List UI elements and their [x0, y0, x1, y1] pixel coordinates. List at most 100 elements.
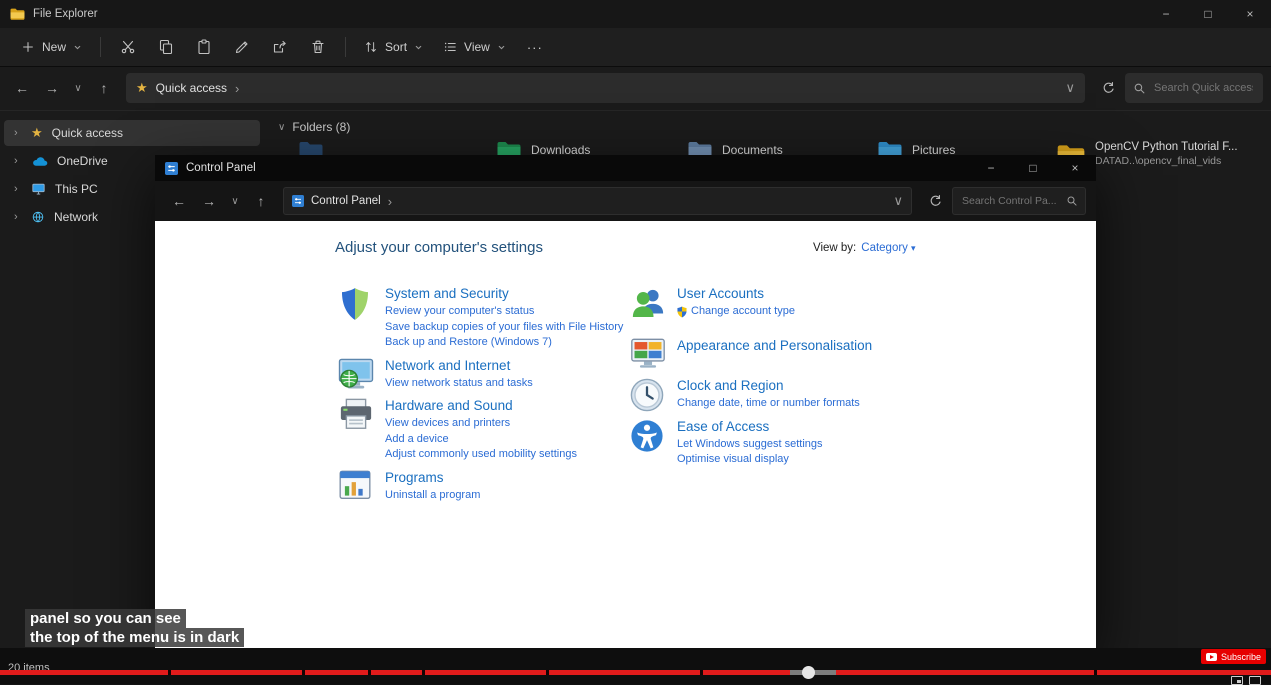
share-button[interactable] [262, 33, 298, 61]
copy-button[interactable] [148, 33, 184, 61]
explorer-search-box[interactable] [1125, 73, 1263, 103]
cp-maximize-button[interactable]: □ [1012, 155, 1054, 181]
refresh-button[interactable] [1093, 74, 1123, 102]
recent-locations-button[interactable]: ∨ [68, 74, 88, 102]
forward-button[interactable]: → [38, 74, 66, 102]
view-by-value: Category [861, 242, 908, 254]
category-link[interactable]: Save backup copies of your files with Fi… [385, 320, 623, 336]
category-title[interactable]: Network and Internet [385, 358, 533, 373]
file-explorer-icon [10, 8, 25, 20]
onedrive-cloud-icon [31, 156, 48, 167]
shield-icon[interactable] [338, 285, 374, 351]
cp-up-button[interactable]: ↑ [247, 187, 275, 215]
category-link[interactable]: Review your computer's status [385, 304, 623, 320]
cut-icon [120, 39, 136, 55]
chevron-right-icon[interactable]: › [14, 211, 22, 223]
cp-breadcrumb-text[interactable]: Control Panel [311, 195, 381, 207]
cp-search-input[interactable] [960, 194, 1062, 208]
category-link[interactable]: Let Windows suggest settings [677, 437, 823, 453]
view-icon [443, 40, 457, 54]
category-link[interactable]: Adjust commonly used mobility settings [385, 447, 577, 463]
video-bottom-bar: 20 items Subscribe [0, 648, 1271, 685]
delete-button[interactable] [300, 33, 336, 61]
control-panel-title: Control Panel [186, 162, 256, 174]
view-button[interactable]: View [434, 35, 515, 59]
chevron-right-icon[interactable]: › [14, 183, 22, 195]
address-dropdown-icon[interactable]: ∨ [1065, 80, 1075, 96]
up-button[interactable]: ↑ [90, 74, 118, 102]
category-link[interactable]: Back up and Restore (Windows 7) [385, 335, 623, 351]
explorer-address-bar: ← → ∨ ↑ ★ Quick access › ∨ [0, 66, 1271, 111]
folders-group-header[interactable]: ∨ Folders (8) [278, 120, 1271, 134]
paste-icon [196, 39, 212, 55]
paste-button[interactable] [186, 33, 222, 61]
collapse-chevron-icon[interactable]: ∨ [278, 122, 285, 133]
category-link[interactable]: Change account type [677, 304, 795, 320]
category-link[interactable]: Optimise visual display [677, 452, 823, 468]
view-by-control: View by: Category ▾ [813, 242, 915, 254]
sidebar-item-label: This PC [55, 182, 98, 196]
category-title[interactable]: Appearance and Personalisation [677, 338, 872, 353]
video-progress-bar[interactable] [0, 666, 1271, 679]
back-button[interactable]: ← [8, 74, 36, 102]
category-link[interactable]: View network status and tasks [385, 376, 533, 392]
printer-icon[interactable] [338, 397, 374, 463]
category-title[interactable]: User Accounts [677, 286, 795, 301]
network-monitor-icon[interactable] [338, 357, 374, 392]
chevron-down-icon [497, 43, 506, 52]
cp-close-button[interactable]: × [1054, 155, 1096, 181]
explorer-maximize-button[interactable]: □ [1187, 0, 1229, 28]
cp-forward-button[interactable]: → [195, 187, 223, 215]
sort-button[interactable]: Sort [355, 35, 432, 59]
control-panel-window-controls: − □ × [970, 155, 1096, 181]
cp-recent-locations-button[interactable]: ∨ [225, 187, 245, 215]
category-title[interactable]: System and Security [385, 286, 623, 301]
sidebar-item-quick-access[interactable]: › ★ Quick access [4, 120, 260, 146]
cp-back-button[interactable]: ← [165, 187, 193, 215]
view-by-dropdown[interactable]: Category ▾ [861, 242, 915, 254]
more-options-button[interactable]: ··· [517, 40, 553, 55]
category-title[interactable]: Clock and Region [677, 378, 860, 393]
plus-icon [21, 40, 35, 54]
program-window-icon[interactable] [338, 469, 374, 504]
breadcrumb-text[interactable]: Quick access [156, 81, 227, 95]
chapter-gap [368, 670, 371, 675]
chevron-down-icon [73, 43, 82, 52]
category-title[interactable]: Ease of Access [677, 419, 823, 434]
cp-address-dropdown-icon[interactable]: ∨ [893, 193, 903, 209]
cp-breadcrumb-chevron-icon[interactable]: › [388, 194, 392, 209]
cut-button[interactable] [110, 33, 146, 61]
cp-address-breadcrumb[interactable]: Control Panel › ∨ [283, 187, 912, 215]
playhead-handle[interactable] [802, 666, 815, 679]
chapter-gap [700, 670, 703, 675]
category-link[interactable]: Add a device [385, 432, 577, 448]
address-breadcrumb[interactable]: ★ Quick access › ∨ [126, 73, 1085, 103]
category-title[interactable]: Programs [385, 470, 480, 485]
chevron-right-icon[interactable]: › [14, 155, 22, 167]
explorer-close-button[interactable]: × [1229, 0, 1271, 28]
category-link[interactable]: Change date, time or number formats [677, 396, 860, 412]
rename-button[interactable] [224, 33, 260, 61]
chevron-down-icon [414, 43, 423, 52]
clock-icon[interactable] [630, 377, 666, 412]
subscribe-button[interactable]: Subscribe [1200, 649, 1266, 664]
cp-refresh-button[interactable] [920, 187, 950, 215]
explorer-search-input[interactable] [1152, 81, 1255, 95]
category-link[interactable]: View devices and printers [385, 416, 577, 432]
explorer-minimize-button[interactable]: − [1145, 0, 1187, 28]
explorer-toolbar: New Sort View ··· [0, 28, 1271, 67]
category-link[interactable]: Uninstall a program [385, 488, 480, 504]
user-accounts-icon[interactable] [630, 285, 666, 320]
cp-search-box[interactable] [952, 187, 1086, 215]
new-button[interactable]: New [12, 35, 91, 59]
chevron-right-icon[interactable]: › [14, 127, 22, 139]
sidebar-item-label: OneDrive [57, 154, 108, 168]
category-title[interactable]: Hardware and Sound [385, 398, 577, 413]
ease-of-access-icon[interactable] [630, 418, 666, 468]
explorer-window-controls: − □ × [1145, 0, 1271, 28]
breadcrumb-chevron-icon[interactable]: › [235, 81, 239, 96]
cp-minimize-button[interactable]: − [970, 155, 1012, 181]
explorer-titlebar: File Explorer − □ × [0, 0, 1271, 28]
toolbar-separator [345, 37, 347, 57]
appearance-monitor-icon[interactable] [630, 337, 666, 369]
